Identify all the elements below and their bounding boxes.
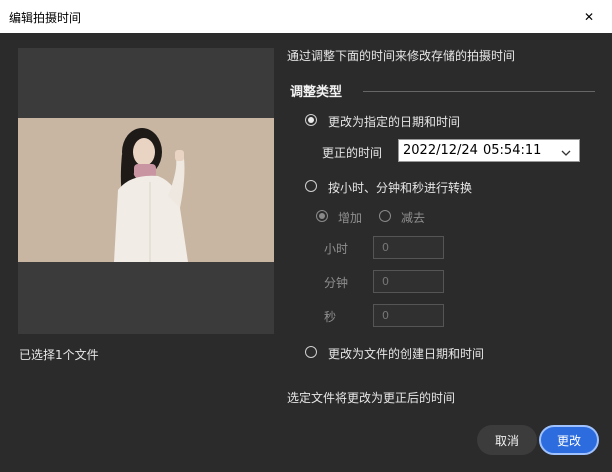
radio-change-to-date[interactable] bbox=[305, 114, 317, 126]
window-title: 编辑拍摄时间 bbox=[9, 11, 82, 25]
image-preview bbox=[18, 48, 274, 334]
section-title: 调整类型 bbox=[290, 85, 343, 100]
datetime-picker[interactable]: 2022/12/24 05:54:11 bbox=[398, 139, 580, 162]
close-button[interactable]: ✕ bbox=[566, 0, 612, 33]
datetime-date: 2022/12/24 bbox=[403, 143, 478, 158]
radio-shift-by[interactable] bbox=[305, 180, 317, 192]
label-change-to-date[interactable]: 更改为指定的日期和时间 bbox=[328, 113, 460, 130]
section-divider bbox=[363, 91, 595, 92]
chevron-down-icon[interactable] bbox=[561, 146, 571, 161]
change-label: 更改 bbox=[556, 433, 581, 448]
hours-value: 0 bbox=[382, 241, 389, 254]
radio-add[interactable] bbox=[316, 210, 328, 222]
cancel-label: 取消 bbox=[494, 433, 519, 448]
description-text: 通过调整下面的时间来修改存储的拍摄时间 bbox=[287, 49, 516, 63]
selected-files-count: 已选择1个文件 bbox=[19, 348, 99, 362]
radio-subtract[interactable] bbox=[379, 210, 391, 222]
change-button[interactable]: 更改 bbox=[539, 425, 599, 455]
close-icon: ✕ bbox=[583, 9, 595, 24]
hours-input[interactable]: 0 bbox=[373, 236, 444, 259]
footer-note: 选定文件将更改为更正后的时间 bbox=[287, 391, 456, 405]
minutes-input[interactable]: 0 bbox=[373, 270, 444, 293]
seconds-label: 秒 bbox=[324, 310, 337, 324]
label-shift-by[interactable]: 按小时、分钟和秒进行转换 bbox=[328, 179, 472, 196]
hours-label: 小时 bbox=[324, 242, 349, 256]
label-change-to-created[interactable]: 更改为文件的创建日期和时间 bbox=[328, 345, 484, 362]
label-subtract[interactable]: 减去 bbox=[401, 209, 425, 226]
photo-thumbnail bbox=[18, 118, 274, 262]
title-bar: 编辑拍摄时间 ✕ bbox=[0, 0, 612, 33]
minutes-label: 分钟 bbox=[324, 276, 349, 290]
seconds-value: 0 bbox=[382, 309, 389, 322]
radio-change-to-created[interactable] bbox=[305, 346, 317, 358]
cancel-button[interactable]: 取消 bbox=[477, 425, 537, 455]
corrected-time-label: 更正的时间 bbox=[322, 146, 383, 160]
seconds-input[interactable]: 0 bbox=[373, 304, 444, 327]
datetime-time: 05:54:11 bbox=[483, 143, 542, 158]
label-add[interactable]: 增加 bbox=[338, 209, 362, 226]
minutes-value: 0 bbox=[382, 275, 389, 288]
